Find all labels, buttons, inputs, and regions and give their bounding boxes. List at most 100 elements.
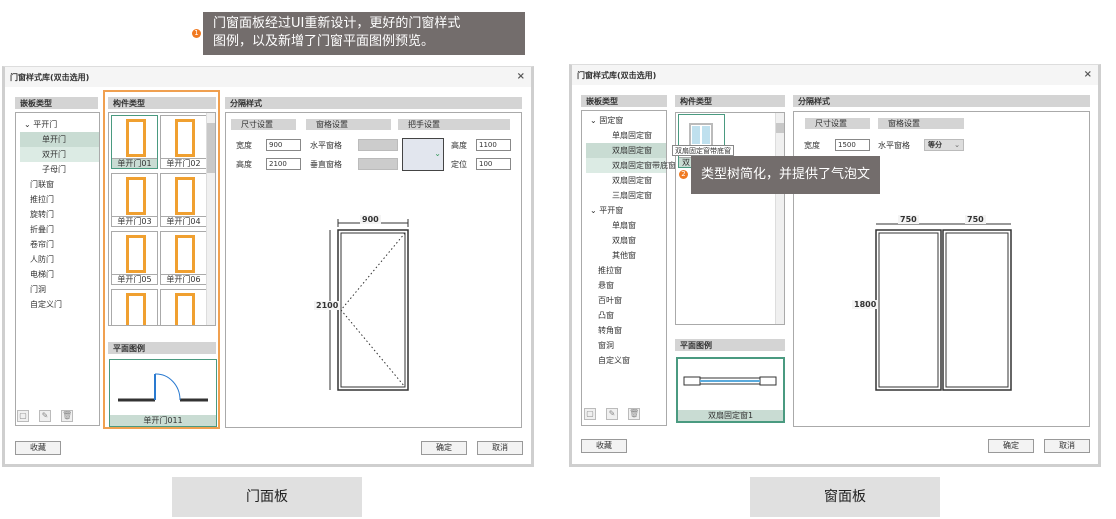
dimension-right-width: 750 [965, 215, 986, 224]
tree-item[interactable]: 旋转门 [20, 207, 99, 222]
ok-button[interactable]: 确定 [421, 441, 467, 455]
component-thumb[interactable] [111, 289, 158, 325]
cancel-button[interactable]: 取消 [477, 441, 523, 455]
tab-pane-settings[interactable]: 窗格设置 [878, 118, 964, 129]
tab-pane-settings[interactable]: 窗格设置 [306, 119, 391, 130]
component-thumb[interactable]: 单开门03 [111, 173, 158, 227]
tree-item[interactable]: 单开门 [20, 132, 99, 147]
tree-item[interactable]: ⌄ 固定窗 [586, 113, 666, 128]
component-thumb[interactable] [160, 289, 207, 325]
dimension-height: 2100 [314, 301, 341, 310]
new-icon[interactable]: ▢ [17, 410, 29, 422]
panel-type-header: 嵌板类型 [581, 95, 667, 107]
door-panel-label: 门面板 [172, 477, 362, 517]
panel-type-tree: ⌄ 平开门 单开门 双开门 子母门 门联窗 推拉门 旋转门 折叠门 卷帘门 人防… [15, 112, 100, 426]
width-input[interactable]: 1500 [835, 139, 870, 151]
window-elevation-drawing [875, 223, 1012, 391]
component-thumb[interactable]: 单开门05 [111, 231, 158, 285]
door-style-dialog: 门窗样式库(双击选用) × 嵌板类型 ⌄ 平开门 单开门 双开门 子母门 门联窗 … [2, 66, 534, 467]
favorite-button[interactable]: 收藏 [15, 441, 61, 455]
scrollbar[interactable] [206, 113, 215, 325]
component-thumb[interactable]: 单开门01 [111, 115, 158, 169]
height-input[interactable]: 2100 [266, 158, 301, 170]
tree-item[interactable]: 单扇窗 [586, 218, 666, 233]
tree-item[interactable]: 门洞 [20, 282, 99, 297]
tree-item[interactable]: 三扇固定窗 [586, 188, 666, 203]
tree-item[interactable]: 人防门 [20, 252, 99, 267]
handle-position-input[interactable]: 100 [476, 158, 511, 170]
width-label: 宽度 [804, 141, 820, 150]
divider-style-panel: 尺寸设置 窗格设置 把手设置 宽度 900 高度 2100 水平窗格 垂直窗格 … [225, 112, 522, 428]
ok-button[interactable]: 确定 [988, 439, 1034, 453]
delete-icon[interactable]: 🗑 [61, 410, 73, 422]
chevron-down-icon: ⌄ [954, 141, 960, 149]
window-panel-label: 窗面板 [750, 477, 940, 517]
tree-item[interactable]: 自定义门 [20, 297, 99, 312]
dimension-width: 900 [360, 215, 381, 224]
tree-item[interactable]: 双扇固定窗 [586, 143, 666, 158]
callout-note: 类型树简化，并提供了气泡文字说明 [691, 156, 880, 220]
component-grid: 单开门01 单开门02 单开门03 单开门04 单开门05 单开门06 [108, 112, 216, 326]
tree-item[interactable]: 子母门 [20, 162, 99, 177]
h-pane-dropdown[interactable]: 等分 ⌄ [924, 139, 964, 151]
tree-item[interactable]: 卷帘门 [20, 237, 99, 252]
plan-legend-caption: 单开门011 [110, 415, 216, 426]
component-thumb[interactable]: 单开门02 [160, 115, 207, 169]
h-pane-dropdown[interactable] [358, 139, 398, 151]
divider-style-header: 分隔样式 [225, 97, 522, 109]
callout-note: 门窗面板经过UI重新设计，更好的门窗样式 图例，以及新增了门窗平面图例预览。 [203, 12, 525, 55]
tree-item[interactable]: ⌄ 平开窗 [586, 203, 666, 218]
close-icon[interactable]: × [517, 71, 525, 82]
delete-icon[interactable]: 🗑 [628, 408, 640, 420]
tree-item[interactable]: 推拉门 [20, 192, 99, 207]
dialog-title: 门窗样式库(双击选用) × [5, 67, 531, 87]
width-label: 宽度 [236, 141, 252, 150]
callout-line: 图例，以及新增了门窗平面图例预览。 [213, 34, 435, 49]
v-pane-dropdown[interactable] [358, 158, 398, 170]
tree-item[interactable]: 转角窗 [586, 323, 666, 338]
window-style-dialog: 门窗样式库(双击选用) × 嵌板类型 ⌄ 固定窗 单扇固定窗 双扇固定窗 双扇固定… [569, 64, 1101, 467]
cancel-button[interactable]: 取消 [1044, 439, 1090, 453]
tree-item[interactable]: 自定义窗 [586, 353, 666, 368]
close-icon[interactable]: × [1084, 69, 1092, 80]
tree-item[interactable]: 双扇窗 [586, 233, 666, 248]
tab-size-settings[interactable]: 尺寸设置 [231, 119, 296, 130]
callout-line: 门窗面板经过UI重新设计，更好的门窗样式 [213, 16, 461, 31]
tree-item[interactable]: 其他窗 [586, 248, 666, 263]
handle-height-input[interactable]: 1100 [476, 139, 511, 151]
new-icon[interactable]: ▢ [584, 408, 596, 420]
handle-height-label: 高度 [451, 141, 467, 150]
edit-icon[interactable]: ✎ [39, 410, 51, 422]
dialog-title-text: 门窗样式库(双击选用) [577, 71, 657, 80]
edit-icon[interactable]: ✎ [606, 408, 618, 420]
favorite-button[interactable]: 收藏 [581, 439, 627, 453]
width-input[interactable]: 900 [266, 139, 301, 151]
tree-item[interactable]: 单扇固定窗 [586, 128, 666, 143]
v-pane-label: 垂直窗格 [310, 160, 342, 169]
component-thumb[interactable]: 单开门04 [160, 173, 207, 227]
tree-item[interactable]: 双开门 [20, 147, 99, 162]
tree-item[interactable]: 凸窗 [586, 308, 666, 323]
h-pane-label: 水平窗格 [310, 141, 342, 150]
tree-item[interactable]: 百叶窗 [586, 293, 666, 308]
h-pane-label: 水平窗格 [878, 141, 910, 150]
tree-item[interactable]: 折叠门 [20, 222, 99, 237]
tree-item[interactable]: ⌄ 平开门 [20, 117, 99, 132]
tree-item[interactable]: 电梯门 [20, 267, 99, 282]
tree-item[interactable]: 窗洞 [586, 338, 666, 353]
dialog-title: 门窗样式库(双击选用) × [572, 65, 1098, 85]
tab-handle-settings[interactable]: 把手设置 [398, 119, 510, 130]
component-header: 构件类型 [675, 95, 785, 107]
tree-item[interactable]: 双扇固定窗 [586, 173, 666, 188]
chevron-down-icon: ⌄ [434, 149, 441, 158]
component-thumb[interactable]: 单开门06 [160, 231, 207, 285]
tree-item[interactable]: 悬窗 [586, 278, 666, 293]
panel-type-tree: ⌄ 固定窗 单扇固定窗 双扇固定窗 双扇固定窗带底窗 双扇固定窗 三扇固定窗 ⌄… [581, 110, 676, 426]
handle-style-dropdown[interactable]: ⌄ [402, 138, 444, 171]
tree-item[interactable]: 双扇固定窗带底窗 [586, 158, 676, 173]
dimension-height: 1800 [852, 300, 879, 309]
tree-item[interactable]: 门联窗 [20, 177, 99, 192]
scrollbar[interactable] [775, 113, 784, 324]
tab-size-settings[interactable]: 尺寸设置 [805, 118, 870, 129]
tree-item[interactable]: 推拉窗 [586, 263, 666, 278]
